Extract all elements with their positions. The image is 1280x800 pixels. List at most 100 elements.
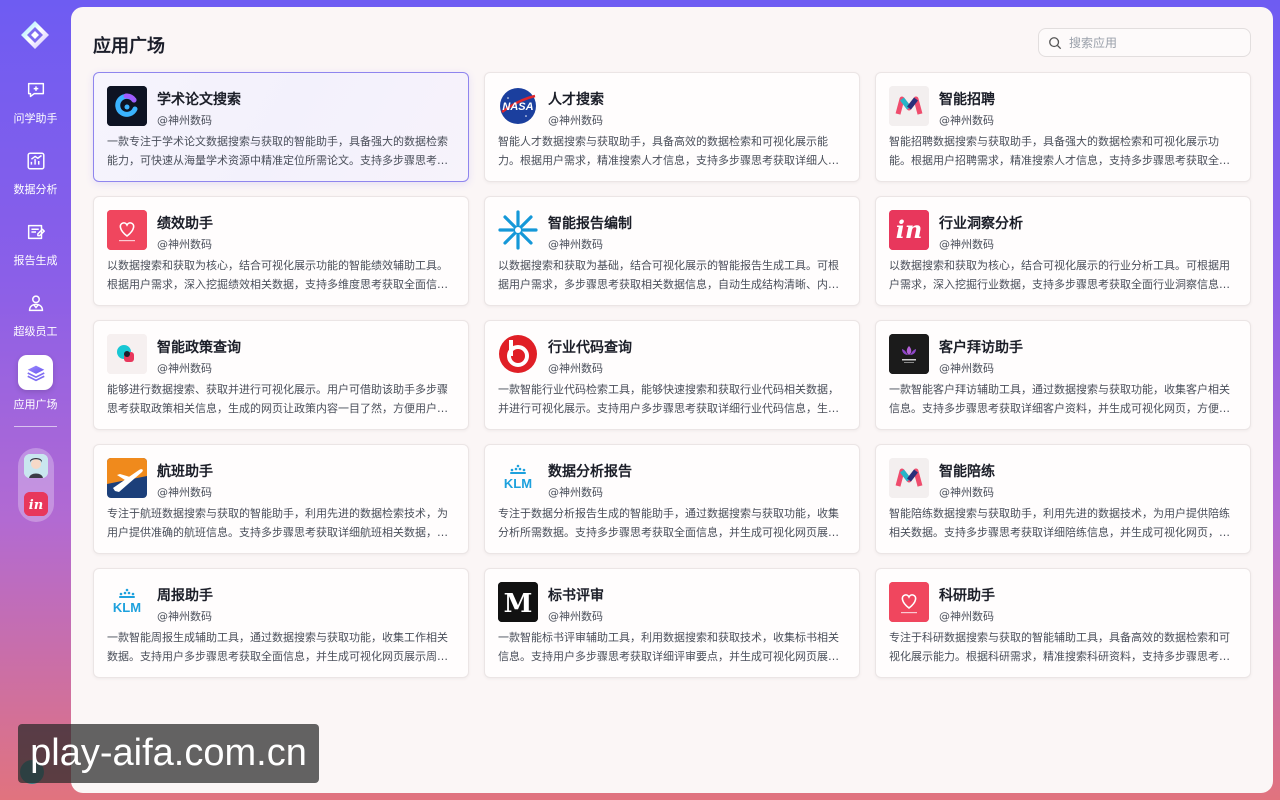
app-card-data-report[interactable]: KLM 数据分析报告 @神州数码 专注于数据分析报告生成的智能助手，通过数据搜索… <box>484 444 860 554</box>
app-org: @神州数码 <box>548 486 603 499</box>
app-org: @神州数码 <box>157 238 212 251</box>
app-card-report-writing[interactable]: 智能报告编制 @神州数码 以数据搜索和获取为基础，结合可视化展示的智能报告生成工… <box>484 196 860 306</box>
app-card-talent-search[interactable]: NASA 人才搜索 @神州数码 智能人才数据搜索与获取助手，具备高效的数据检索和… <box>484 72 860 182</box>
app-org: @神州数码 <box>548 362 603 375</box>
app-org: @神州数码 <box>939 486 994 499</box>
app-card-policy-query[interactable]: 智能政策查询 @神州数码 能够进行数据搜索、获取并进行可视化展示。用户可借助该助… <box>93 320 469 430</box>
invision-logo-icon: in <box>889 210 929 250</box>
svg-text:KLM: KLM <box>113 600 141 615</box>
app-description: 一款专注于学术论文数据搜索与获取的智能助手，具备强大的数据检索能力，可快速从海量… <box>107 135 448 167</box>
layers-icon <box>18 355 53 390</box>
app-org: @神州数码 <box>157 114 212 127</box>
app-title: 绩效助手 <box>157 216 213 232</box>
main-panel: 应用广场 学术论文搜索 @神州数码 一款专注于学术论文数据搜索与获取的智能助手，… <box>71 7 1273 793</box>
sidebar-item-app-plaza[interactable]: 应用广场 <box>0 355 71 417</box>
sidebar-item-wenxue[interactable]: 问学助手 <box>0 78 71 140</box>
app-org: @神州数码 <box>939 114 994 127</box>
app-title: 行业洞察分析 <box>939 216 1023 232</box>
app-title: 客户拜访助手 <box>939 340 1023 356</box>
app-card-bid-review[interactable]: M 标书评审 @神州数码 一款智能标书评审辅助工具，利用数据搜索和获取技术，收集… <box>484 568 860 678</box>
app-description: 以数据搜索和获取为核心，结合可视化展示功能的智能绩效辅助工具。根据用户需求，深入… <box>107 259 448 291</box>
app-title: 科研助手 <box>939 588 995 604</box>
app-description: 智能招聘数据搜索与获取助手，具备强大的数据检索和可视化展示功能。根据用户招聘需求… <box>889 135 1230 167</box>
app-description: 以数据搜索和获取为核心，结合可视化展示的行业分析工具。可根据用户需求，深入挖掘行… <box>889 259 1230 291</box>
app-card-flight[interactable]: 航班助手 @神州数码 专注于航班数据搜索与获取的智能助手，利用先进的数据检索技术… <box>93 444 469 554</box>
klm-logo-icon: KLM <box>107 582 147 622</box>
klm-logo-icon: KLM <box>498 458 538 498</box>
app-card-research[interactable]: 科研助手 @神州数码 专注于科研数据搜索与获取的智能辅助工具，具备高效的数据检索… <box>875 568 1251 678</box>
heart-logo-icon <box>889 582 929 622</box>
app-title: 智能陪练 <box>939 464 995 480</box>
app-title: 人才搜索 <box>548 92 604 108</box>
app-card-academic-search[interactable]: 学术论文搜索 @神州数码 一款专注于学术论文数据搜索与获取的智能助手，具备强大的… <box>93 72 469 182</box>
nasa-logo-icon: NASA <box>498 86 538 126</box>
app-org: @神州数码 <box>939 238 994 251</box>
search-icon <box>1049 36 1062 49</box>
app-description: 以数据搜索和获取为基础，结合可视化展示的智能报告生成工具。可根据用户需求，多步骤… <box>498 259 839 291</box>
search-box[interactable] <box>1038 28 1251 57</box>
belle-logo-icon <box>889 334 929 374</box>
chart-icon <box>24 149 48 173</box>
app-description: 专注于航班数据搜索与获取的智能助手，利用先进的数据检索技术，为用户提供准确的航班… <box>107 507 448 539</box>
flight-logo-icon <box>107 458 147 498</box>
sidebar-item-label: 问学助手 <box>13 112 58 125</box>
app-card-industry-insight[interactable]: in 行业洞察分析 @神州数码 以数据搜索和获取为核心，结合可视化展示的行业分析… <box>875 196 1251 306</box>
training-logo-icon <box>889 458 929 498</box>
sidebar: 问学助手 数据分析 报告生成 超级员工 应用广场 in <box>0 0 71 800</box>
app-description: 一款智能客户拜访辅助工具，通过数据搜索与获取功能，收集客户相关信息。支持多步骤思… <box>889 383 1230 415</box>
users-icon <box>24 291 48 315</box>
app-org: @神州数码 <box>939 610 994 623</box>
invision-app-icon[interactable]: in <box>24 492 48 516</box>
asterisk-logo-icon <box>498 210 538 250</box>
app-card-client-visit[interactable]: 客户拜访助手 @神州数码 一款智能客户拜访辅助工具，通过数据搜索与获取功能，收集… <box>875 320 1251 430</box>
app-description: 能够进行数据搜索、获取并进行可视化展示。用户可借助该助手多步骤思考获取政策相关信… <box>107 383 448 415</box>
app-description: 专注于科研数据搜索与获取的智能辅助工具，具备高效的数据检索和可视化展示能力。根据… <box>889 631 1230 663</box>
app-org: @神州数码 <box>157 610 212 623</box>
medium-logo-icon: M <box>498 582 538 622</box>
app-org: @神州数码 <box>548 610 603 623</box>
watermark: play-aifa.com.cn <box>18 724 319 783</box>
app-card-smart-recruit[interactable]: 智能招聘 @神州数码 智能招聘数据搜索与获取助手，具备强大的数据检索和可视化展示… <box>875 72 1251 182</box>
app-card-performance[interactable]: 绩效助手 @神州数码 以数据搜索和获取为核心，结合可视化展示功能的智能绩效辅助工… <box>93 196 469 306</box>
app-description: 智能陪练数据搜索与获取助手，利用先进的数据技术，为用户提供陪练相关数据。支持多步… <box>889 507 1230 539</box>
svg-text:NASA: NASA <box>502 101 533 113</box>
heart-logo-icon <box>107 210 147 250</box>
page-title: 应用广场 <box>93 36 165 57</box>
app-org: @神州数码 <box>548 114 603 127</box>
app-org: @神州数码 <box>548 238 603 251</box>
sidebar-item-report[interactable]: 报告生成 <box>0 220 71 282</box>
app-logo-icon[interactable] <box>20 20 50 50</box>
app-title: 数据分析报告 <box>548 464 632 480</box>
app-org: @神州数码 <box>157 486 212 499</box>
svg-text:M: M <box>504 589 533 619</box>
app-card-weekly-report[interactable]: KLM 周报助手 @神州数码 一款智能周报生成辅助工具，通过数据搜索与获取功能，… <box>93 568 469 678</box>
app-org: @神州数码 <box>157 362 212 375</box>
policy-logo-icon <box>107 334 147 374</box>
app-card-industry-code[interactable]: 行业代码查询 @神州数码 一款智能行业代码检索工具，能够快速搜索和获取行业代码相… <box>484 320 860 430</box>
app-title: 周报助手 <box>157 588 213 604</box>
search-input[interactable] <box>1069 35 1239 50</box>
app-title: 行业代码查询 <box>548 340 632 356</box>
sidebar-item-data-analysis[interactable]: 数据分析 <box>0 149 71 211</box>
app-title: 标书评审 <box>548 588 604 604</box>
svg-text:in: in <box>896 215 923 244</box>
svg-text:in: in <box>29 498 43 513</box>
app-title: 智能报告编制 <box>548 216 632 232</box>
beats-logo-icon <box>498 334 538 374</box>
app-description: 一款智能标书评审辅助工具，利用数据搜索和获取技术，收集标书相关信息。支持用户多步… <box>498 631 839 663</box>
app-title: 航班助手 <box>157 464 213 480</box>
app-title: 智能政策查询 <box>157 340 241 356</box>
app-description: 一款智能周报生成辅助工具，通过数据搜索与获取功能，收集工作相关数据。支持用户多步… <box>107 631 448 663</box>
app-title: 学术论文搜索 <box>157 92 241 108</box>
sidebar-item-label: 报告生成 <box>13 254 58 267</box>
chat-plus-icon <box>24 78 48 102</box>
sidebar-item-super-staff[interactable]: 超级员工 <box>0 291 71 353</box>
app-title: 智能招聘 <box>939 92 995 108</box>
avatar-app-icon[interactable] <box>24 454 48 478</box>
app-card-smart-training[interactable]: 智能陪练 @神州数码 智能陪练数据搜索与获取助手，利用先进的数据技术，为用户提供… <box>875 444 1251 554</box>
svg-text:KLM: KLM <box>504 476 532 491</box>
sidebar-item-label: 应用广场 <box>13 398 58 411</box>
app-description: 智能人才数据搜索与获取助手，具备高效的数据检索和可视化展示能力。根据用户需求，精… <box>498 135 839 167</box>
report-icon <box>24 220 48 244</box>
sidebar-divider <box>14 426 57 427</box>
